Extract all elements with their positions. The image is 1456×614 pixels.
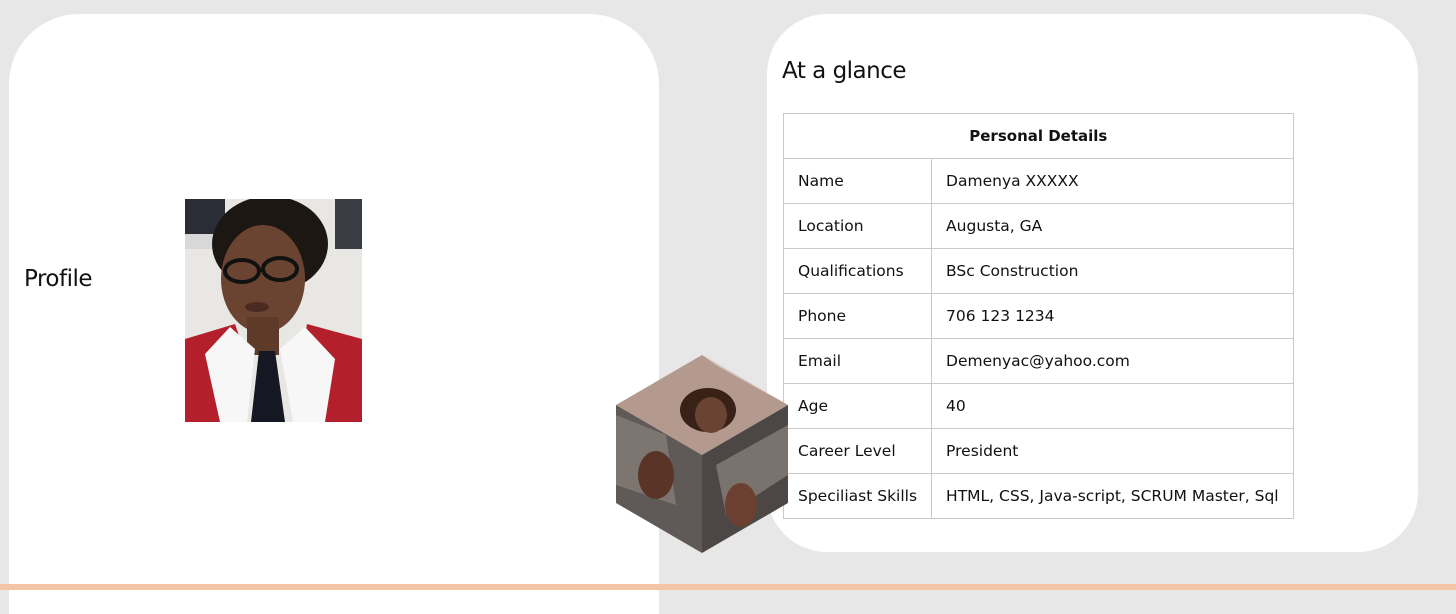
table-row: Age 40 (782, 383, 1294, 429)
at-a-glance-heading: At a glance (782, 58, 907, 84)
row-label: Phone (782, 293, 933, 339)
profile-photo (185, 199, 362, 422)
table-row: Qualifications BSc Construction (782, 248, 1294, 294)
profile-heading: Profile (24, 266, 93, 292)
at-a-glance-card: At a glance Personal Details Name Dameny… (767, 14, 1418, 552)
row-label: Email (782, 338, 933, 384)
row-value: 706 123 1234 (931, 293, 1294, 339)
row-label: Career Level (782, 428, 933, 474)
row-value: HTML, CSS, Java-script, SCRUM Master, Sq… (931, 473, 1294, 519)
row-value: BSc Construction (931, 248, 1294, 294)
row-value: Augusta, GA (931, 203, 1294, 249)
row-label: Speciliast Skills (782, 473, 933, 519)
row-label: Age (782, 383, 933, 429)
photo-cube (616, 355, 788, 553)
row-value: 40 (931, 383, 1294, 429)
row-value: Damenya XXXXX (931, 158, 1294, 204)
table-row: Phone 706 123 1234 (782, 293, 1294, 339)
personal-details-table: Personal Details Name Damenya XXXXX Loca… (782, 113, 1294, 519)
row-label: Qualifications (782, 248, 933, 294)
table-row: Email Demenyac@yahoo.com (782, 338, 1294, 384)
bottom-accent-bar (0, 584, 1456, 590)
row-value: President (931, 428, 1294, 474)
row-label: Location (782, 203, 933, 249)
table-header-row: Personal Details (783, 113, 1294, 159)
table-row: Speciliast Skills HTML, CSS, Java-script… (782, 473, 1294, 519)
table-row: Career Level President (782, 428, 1294, 474)
personal-details-title: Personal Details (783, 113, 1294, 159)
profile-card: Profile (9, 14, 659, 614)
table-row: Name Damenya XXXXX (782, 158, 1294, 204)
table-row: Location Augusta, GA (782, 203, 1294, 249)
row-label: Name (782, 158, 933, 204)
row-value: Demenyac@yahoo.com (931, 338, 1294, 384)
